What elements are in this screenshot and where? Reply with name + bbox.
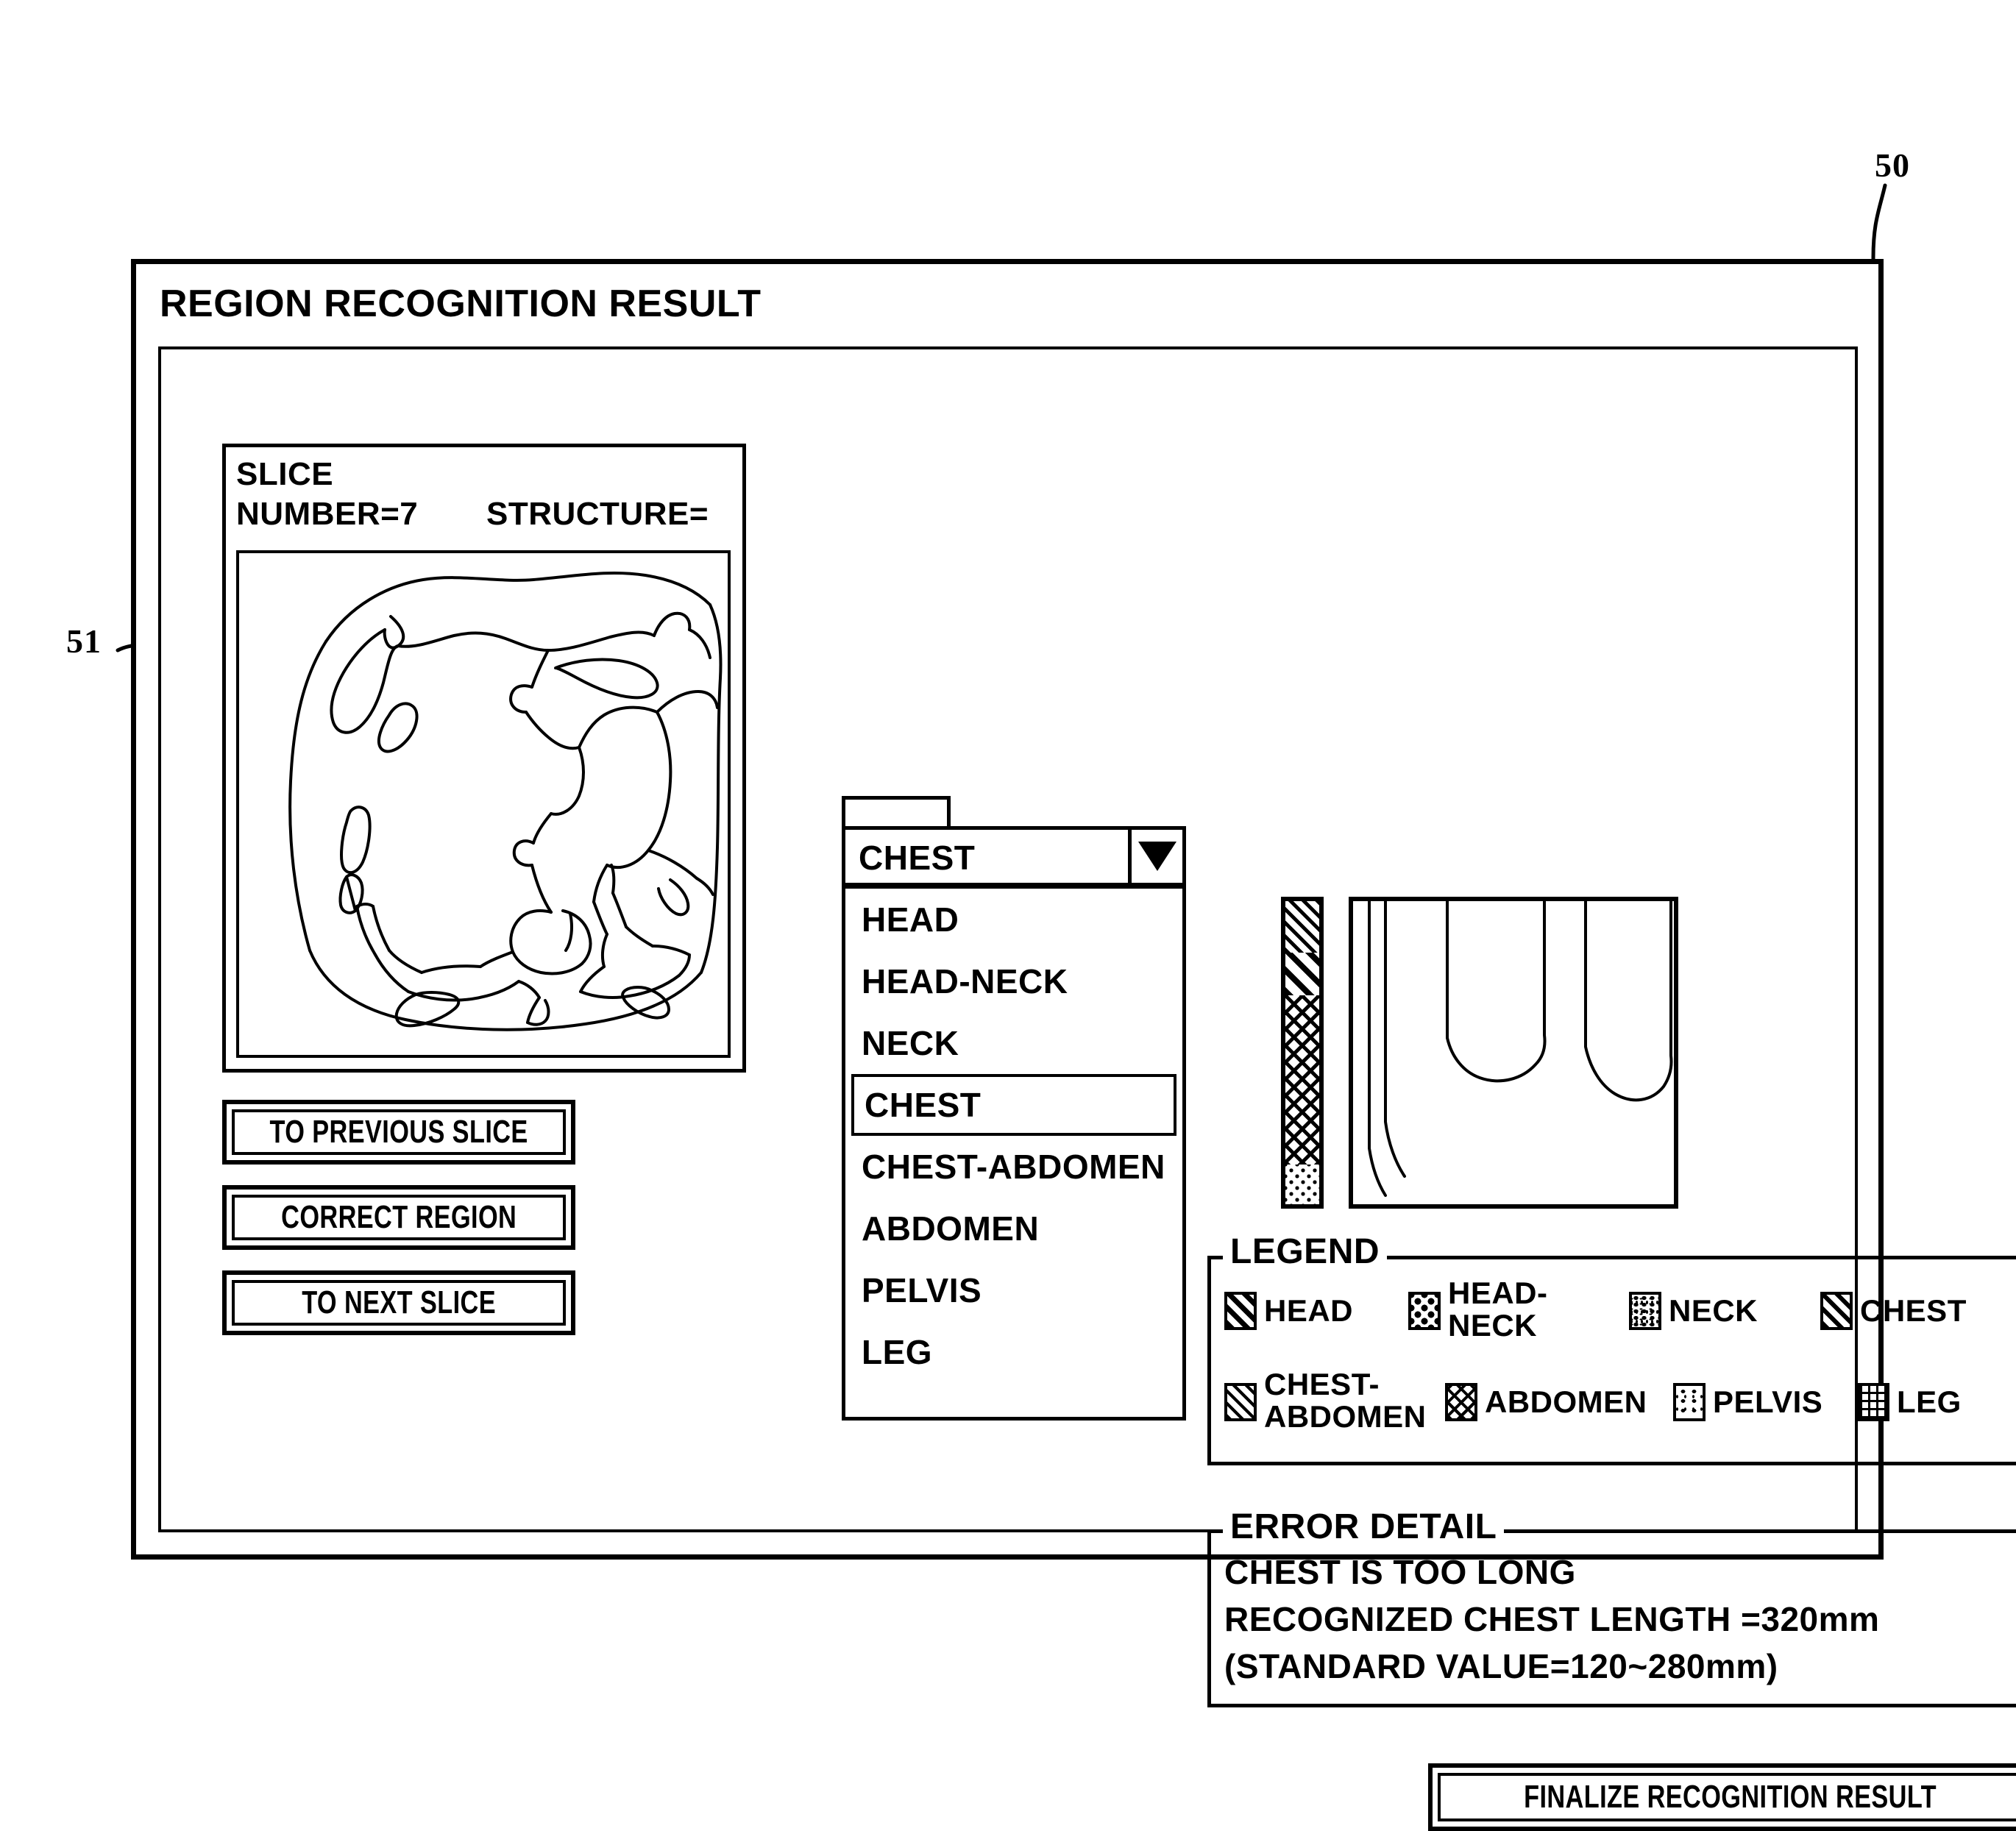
swatch-chest-diagonal-stripes (1820, 1292, 1853, 1330)
dropdown-option-leg[interactable]: LEG (845, 1321, 1182, 1383)
error-detail-box: ERROR DETAIL CHEST IS TOO LONG RECOGNIZE… (1207, 1507, 2016, 1707)
combobox-selected-value: CHEST (859, 839, 976, 877)
dropdown-option-head-neck[interactable]: HEAD-NECK (845, 950, 1182, 1012)
error-detail-line-2: RECOGNIZED CHEST LENGTH =320mm (1224, 1600, 1880, 1638)
swatch-abdomen-diamond-crosshatch (1445, 1383, 1477, 1421)
chevron-down-icon[interactable] (1128, 830, 1182, 883)
button-inner-border: TO NEXT SLICE (232, 1280, 566, 1326)
error-detail-line-1: CHEST IS TOO LONG (1224, 1553, 1576, 1591)
legend-item-chest-abdomen: CHEST- ABDOMEN (1224, 1368, 1445, 1434)
swatch-pelvis-sparse-dots (1673, 1383, 1706, 1421)
segment-chest-abdomen (1285, 953, 1319, 995)
scout-coronal-image (1349, 897, 1678, 1209)
window-content-panel: SLICE NUMBER=7 STRUCTURE= CHEST HEAD HEA… (158, 346, 2016, 1831)
ct-slice-drawing (288, 572, 723, 1031)
dropdown-option-pelvis[interactable]: PELVIS (845, 1259, 1182, 1321)
region-recognition-window: REGION RECOGNITION RESULT SLICE NUMBER=7… (131, 259, 2016, 1831)
dropdown-option-chest[interactable]: CHEST (851, 1074, 1176, 1136)
button-inner-border: CORRECT REGION (232, 1195, 566, 1240)
ref-number-51: 51 (66, 622, 102, 660)
structure-label: STRUCTURE= (486, 496, 709, 532)
segment-chest (1285, 901, 1319, 953)
legend-item-chest: CHEST (1820, 1292, 2012, 1330)
button-inner-border: TO PREVIOUS SLICE (232, 1109, 566, 1155)
swatch-chest-abdomen-diagonal-stripes (1224, 1383, 1257, 1421)
dropdown-option-chest-abdomen[interactable]: CHEST-ABDOMEN (845, 1136, 1182, 1198)
slice-viewer-panel: SLICE NUMBER=7 STRUCTURE= (222, 444, 746, 1073)
legend-item-abdomen: ABDOMEN (1445, 1383, 1673, 1421)
dropdown-option-abdomen[interactable]: ABDOMEN (845, 1198, 1182, 1259)
swatch-leg-grid (1857, 1383, 1889, 1421)
button-inner-border: FINALIZE RECOGNITION RESULT (1438, 1773, 2016, 1821)
slice-number-label: SLICE NUMBER=7 (236, 456, 419, 532)
legend-item-leg: LEG (1857, 1383, 2004, 1421)
segment-pelvis (1285, 1165, 1319, 1204)
error-detail-line-3: (STANDARD VALUE=120~280mm) (1224, 1647, 1778, 1685)
legend-box: LEGEND HEAD HEAD- NECK NECK CHEST CHEST-… (1207, 1231, 2016, 1465)
dropdown-option-neck[interactable]: NECK (845, 1012, 1182, 1074)
swatch-head-neck-large-dots (1408, 1292, 1441, 1330)
scout-drawing (1368, 901, 1673, 1197)
page-title: REGION RECOGNITION RESULT (160, 282, 762, 325)
ct-slice-image (236, 550, 731, 1058)
legend-title: LEGEND (1223, 1231, 1388, 1272)
swatch-head-diagonal-stripes (1224, 1292, 1257, 1330)
legend-item-head-neck: HEAD- NECK (1408, 1277, 1629, 1343)
error-detail-title: ERROR DETAIL (1223, 1507, 1505, 1547)
segment-abdomen (1285, 995, 1319, 1165)
structure-dropdown-list[interactable]: HEAD HEAD-NECK NECK CHEST CHEST-ABDOMEN … (842, 885, 1186, 1421)
to-previous-slice-button[interactable]: TO PREVIOUS SLICE (222, 1100, 575, 1165)
legend-row-1: HEAD HEAD- NECK NECK CHEST (1224, 1277, 2016, 1343)
finalize-recognition-result-button[interactable]: FINALIZE RECOGNITION RESULT (1428, 1763, 2016, 1831)
legend-row-2: CHEST- ABDOMEN ABDOMEN PELVIS LEG (1224, 1368, 2016, 1434)
correct-region-button[interactable]: CORRECT REGION (222, 1185, 575, 1250)
combobox-callout-stub (842, 796, 951, 830)
legend-item-pelvis: PELVIS (1673, 1383, 1857, 1421)
to-next-slice-button[interactable]: TO NEXT SLICE (222, 1270, 575, 1335)
slice-header: SLICE NUMBER=7 STRUCTURE= (236, 455, 744, 543)
legend-item-neck: NECK (1629, 1292, 1820, 1330)
dropdown-option-head[interactable]: HEAD (845, 889, 1182, 950)
legend-item-head: HEAD (1224, 1292, 1408, 1330)
region-segment-bar[interactable] (1281, 897, 1324, 1209)
swatch-neck-speckle (1629, 1292, 1661, 1330)
ref-number-50: 50 (1875, 146, 1910, 184)
structure-combobox[interactable]: CHEST (842, 826, 1186, 886)
